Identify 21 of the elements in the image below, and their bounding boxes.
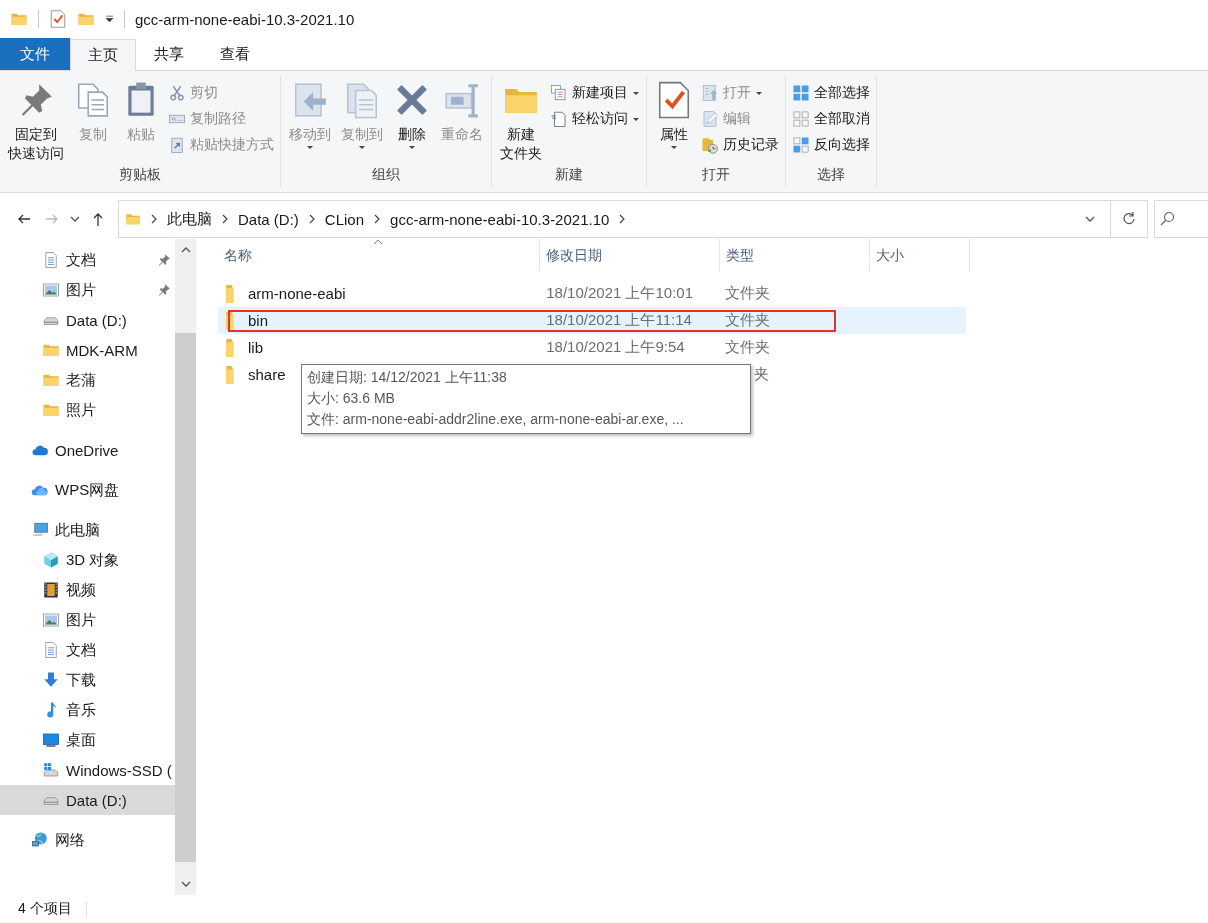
file-type: 文件夹	[725, 311, 771, 330]
file-name: lib	[248, 339, 263, 356]
tooltip-text: 大小: 63.6 MB	[307, 389, 396, 408]
group-label: 选择	[817, 166, 845, 184]
file-type: 夹	[754, 365, 770, 384]
tooltip-text: 创建日期: 14/12/2021 上午11:38	[307, 368, 508, 387]
group-label: 剪贴板	[119, 166, 161, 184]
group-label: 新建	[555, 166, 583, 184]
modified-date: 18/10/2021 上午10:01	[546, 284, 694, 303]
file-type: 文件夹	[725, 284, 771, 303]
item-count: 4 个项目	[18, 900, 72, 918]
file-name: bin	[248, 312, 269, 329]
file-name: share	[248, 366, 286, 383]
group-label: 打开	[702, 166, 730, 184]
window-title: gcc-arm-none-eabi-10.3-2021.10	[135, 10, 355, 28]
file-type: 文件夹	[725, 338, 771, 357]
tooltip-text: 文件: arm-none-eabi-addr2line.exe, arm-none-eabi-ar.exe, ...	[307, 410, 685, 429]
modified-date: 18/10/2021 上午9:54	[546, 338, 685, 357]
file-name: arm-none-eabi	[248, 285, 346, 302]
group-label: 组织	[372, 166, 400, 184]
modified-date: 18/10/2021 上午11:14	[546, 311, 692, 330]
